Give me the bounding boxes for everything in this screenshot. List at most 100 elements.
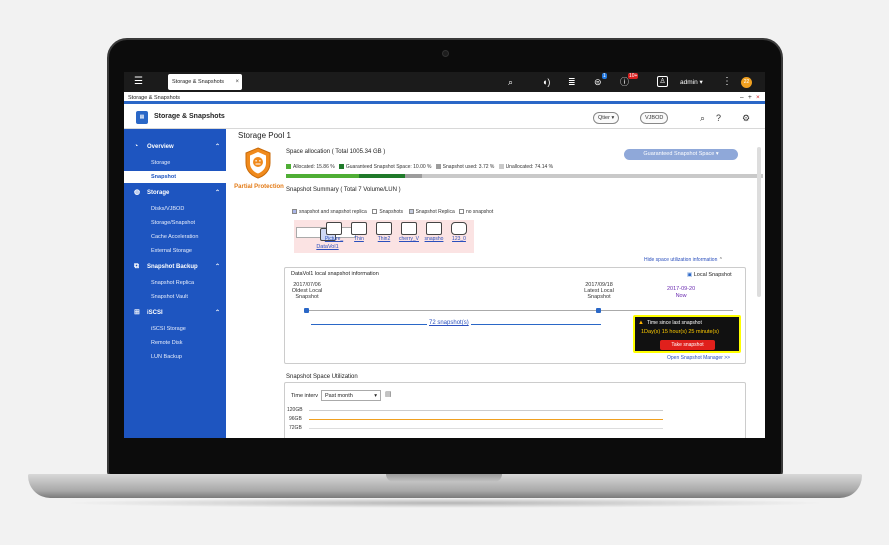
app-title: Storage & Snapshots — [154, 113, 225, 120]
sidebar-group-label: Overview — [147, 144, 174, 150]
volume-label: Picture_ — [324, 236, 344, 242]
app-header: ▦ Storage & Snapshots Qtier ▾ VJBOD ⌕ ? … — [124, 107, 765, 129]
hide-utilization-link[interactable]: Hide space utilization information ⌃ — [644, 257, 723, 263]
volume-icon — [326, 222, 342, 235]
legend-box — [458, 209, 464, 214]
sidebar-item-snapshot-replica[interactable]: Snapshot Replica — [124, 277, 226, 289]
latest-snapshot-label: 2017/09/18 Latest Local Snapshot — [581, 282, 617, 300]
time-interval-select[interactable]: Past month ▾ — [321, 390, 381, 401]
chevron-up-icon: ⌃ — [214, 264, 220, 270]
sidebar-group-storage[interactable]: ◍ Storage ⌃ — [124, 186, 226, 200]
sidebar-item-iscsi-storage[interactable]: iSCSI Storage — [124, 323, 226, 335]
volume-item[interactable]: cherry_V — [396, 222, 422, 242]
user-menu[interactable]: admin ▾ — [680, 78, 703, 86]
window-title: Storage & Snapshots — [128, 95, 180, 101]
qtier-button[interactable]: Qtier ▾ — [593, 112, 620, 124]
volume-label: Thin — [354, 236, 364, 242]
y-tick-label: 120GB — [287, 407, 303, 413]
background-tasks-icon[interactable]: ≣ — [568, 76, 576, 88]
sidebar-item-external-storage[interactable]: External Storage — [124, 245, 226, 257]
external-device-icon[interactable]: ⊜ — [594, 76, 602, 88]
take-snapshot-button[interactable]: Take snapshot — [660, 340, 715, 350]
camera-icon — [442, 50, 449, 57]
volume-label: Thin2 — [377, 236, 391, 242]
search-tools-icon[interactable]: ⌕ — [700, 112, 705, 124]
volume-icon[interactable]: ◖) — [542, 76, 550, 88]
alert-badge: 10+ — [628, 73, 639, 79]
volume-item[interactable]: Thin — [346, 222, 372, 242]
minimize-icon[interactable]: – — [740, 92, 744, 104]
chevron-up-icon: ⌃ — [214, 310, 220, 316]
close-icon[interactable]: × — [235, 74, 239, 90]
sidebar-group-label: Snapshot Backup — [147, 264, 198, 270]
grid-line — [309, 428, 663, 429]
sidebar-group-iscsi[interactable]: ⊞ iSCSI ⌃ — [124, 306, 226, 320]
guaranteed-snapshot-space-button[interactable]: Guaranteed Snapshot Space ▾ — [624, 149, 738, 160]
sidebar: ◔ Overview ⌃ Storage Snapshot ◍ Storage ⌃ Di… — [124, 129, 226, 438]
storage-icon: ◍ — [134, 189, 141, 196]
avatar[interactable]: 22 — [741, 77, 752, 88]
oldest-caption: Oldest Local Snapshot — [291, 288, 323, 300]
app-tab-storage[interactable]: Storage & Snapshots × — [168, 74, 242, 90]
gear-icon[interactable]: ⚙ — [742, 112, 750, 124]
help-icon[interactable]: ? — [716, 112, 721, 124]
legend-snapshot-and-replica: snapshot and snapshot replica — [299, 209, 367, 215]
sidebar-group-overview[interactable]: ◔ Overview ⌃ — [124, 140, 226, 154]
sidebar-item-snapshot-vault[interactable]: Snapshot Vault — [124, 291, 226, 303]
snapshot-summary-title: Snapshot Summary ( Total 7 Volume/LUN ) — [286, 187, 401, 193]
vjbod-button[interactable]: VJBOD — [640, 112, 669, 124]
time-interval-label: Time interv — [291, 393, 318, 399]
chevron-up-icon: ⌃ — [214, 190, 220, 196]
laptop-notch — [386, 474, 502, 482]
local-snapshot-info-title: DataVol1 local snapshot information — [291, 271, 379, 277]
oldest-snapshot-marker[interactable] — [304, 308, 309, 313]
timeline — [307, 310, 733, 311]
sidebar-item-disks-vjbod[interactable]: Disks/VJBOD — [124, 203, 226, 215]
now-caption: Now — [675, 293, 687, 299]
legend-snapshots: Snapshots — [379, 209, 404, 215]
vjbod-label: VJBOD — [645, 115, 664, 121]
volume-item[interactable]: Thin2 — [371, 222, 397, 242]
os-top-bar: ☰ Storage & Snapshots × ⌕ ◖) ≣ ⊜ 1 ⓘ 10+… — [124, 72, 765, 92]
latest-caption: Latest Local Snapshot — [584, 288, 614, 300]
search-icon[interactable]: ⌕ — [508, 76, 513, 88]
latest-snapshot-marker[interactable] — [596, 308, 601, 313]
screen: ☰ Storage & Snapshots × ⌕ ◖) ≣ ⊜ 1 ⓘ 10+… — [124, 72, 765, 438]
time-interval-value: Past month — [325, 393, 353, 399]
volume-item[interactable]: snapsho — [421, 222, 447, 242]
main-content: Storage Pool 1 Partial Protection Space … — [226, 129, 765, 438]
sidebar-item-lun-backup[interactable]: LUN Backup — [124, 351, 226, 363]
sidebar-group-snapshot-backup[interactable]: ⧉ Snapshot Backup ⌃ — [124, 260, 226, 274]
sidebar-item-storage[interactable]: Storage — [124, 157, 226, 169]
volume-item[interactable]: 123_0 — [446, 222, 472, 242]
menu-icon[interactable]: ☰ — [134, 76, 143, 88]
chevron-down-icon: ▾ — [374, 393, 377, 399]
sidebar-item-snapshot[interactable]: Snapshot — [124, 171, 226, 183]
sidebar-item-storage-snapshot[interactable]: Storage/Snapshot — [124, 217, 226, 229]
qtier-label: Qtier — [598, 115, 610, 121]
close-window-icon[interactable]: × — [756, 92, 760, 104]
volume-label: snapsho — [424, 236, 444, 242]
legend-snapshot-used: Snapshot used: 3.72 % — [442, 164, 495, 170]
more-icon[interactable]: ⋮ — [722, 76, 732, 88]
volume-item[interactable]: Picture_ — [321, 222, 347, 242]
volume-label: DataVol1 — [316, 244, 339, 250]
legend-allocated: Allocated: 15.86 % — [293, 164, 335, 170]
now-date: 2017-09-20 — [667, 286, 696, 292]
legend-swatch — [286, 164, 291, 169]
y-tick-label: 96GB — [289, 416, 302, 422]
open-snapshot-manager-link[interactable]: Open Snapshot Manager >> — [667, 355, 730, 361]
warning-icon: ▲ — [638, 320, 644, 326]
legend-swatch — [498, 164, 504, 169]
snapshot-count-link[interactable]: 72 snapshot(s) — [427, 320, 471, 326]
calendar-icon[interactable]: ▤ — [385, 390, 392, 398]
sidebar-item-cache-acceleration[interactable]: Cache Acceleration — [124, 231, 226, 243]
scrollbar[interactable] — [757, 147, 761, 297]
popup-title: Time since last snapshot — [647, 320, 702, 326]
maximize-icon[interactable]: + — [748, 92, 752, 104]
sidebar-item-remote-disk[interactable]: Remote Disk — [124, 337, 226, 349]
legend-box — [408, 209, 414, 214]
user-icon[interactable]: ♙ — [657, 76, 668, 87]
local-snapshot-legend: ▣ Local Snapshot — [687, 272, 732, 278]
volume-icon — [351, 222, 367, 235]
